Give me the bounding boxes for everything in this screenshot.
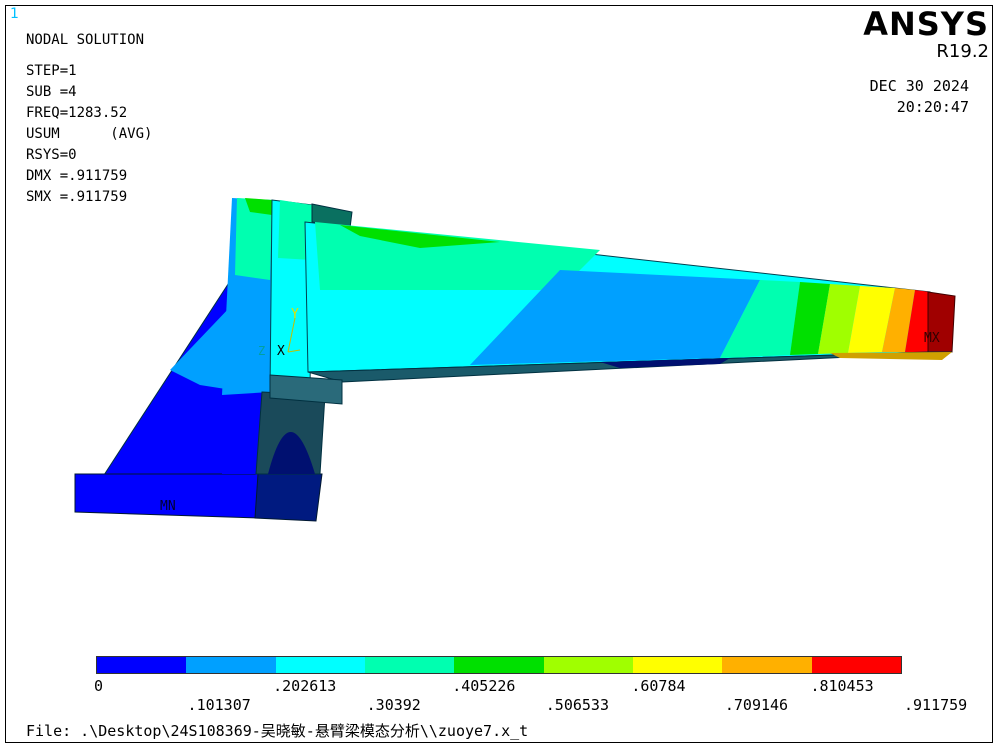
min-marker-label: MN [160,499,176,514]
contour-model-view[interactable]: Y X Z MN MX [0,0,1001,752]
legend-label-top-0: 0 [94,677,104,695]
axis-x-label: X [277,344,285,359]
axis-y-label: Y [291,307,299,322]
legend-swatch-0 [97,657,187,673]
legend-label-top-2: .405226 [452,677,516,695]
legend-label-bottom-4: .911759 [904,696,968,714]
legend-label-top-4: .810453 [810,677,874,695]
file-path-footer: File: .\Desktop\24S108369-吴晓敏-悬臂梁模态分析\\z… [26,722,529,740]
legend-label-bottom-0: .101307 [187,696,251,714]
beam-underside-band [830,352,952,360]
legend-swatch-4 [454,657,544,673]
contour-legend-bar [96,656,902,674]
legend-label-bottom-2: .506533 [545,696,609,714]
legend-label-top-1: .202613 [273,677,337,695]
legend-swatch-2 [275,657,365,673]
legend-label-bottom-3: .709146 [724,696,789,714]
max-marker-label: MX [924,331,940,346]
legend-swatch-1 [186,657,276,673]
legend-label-top-3: .60784 [631,677,686,695]
legend-swatch-8 [811,657,901,673]
legend-swatch-7 [722,657,812,673]
legend-swatch-6 [632,657,723,673]
legend-label-bottom-1: .30392 [366,696,421,714]
base-block-dark [254,473,323,522]
axis-z-label: Z [258,344,265,358]
legend-swatch-3 [364,657,455,673]
legend-swatch-5 [543,657,633,673]
